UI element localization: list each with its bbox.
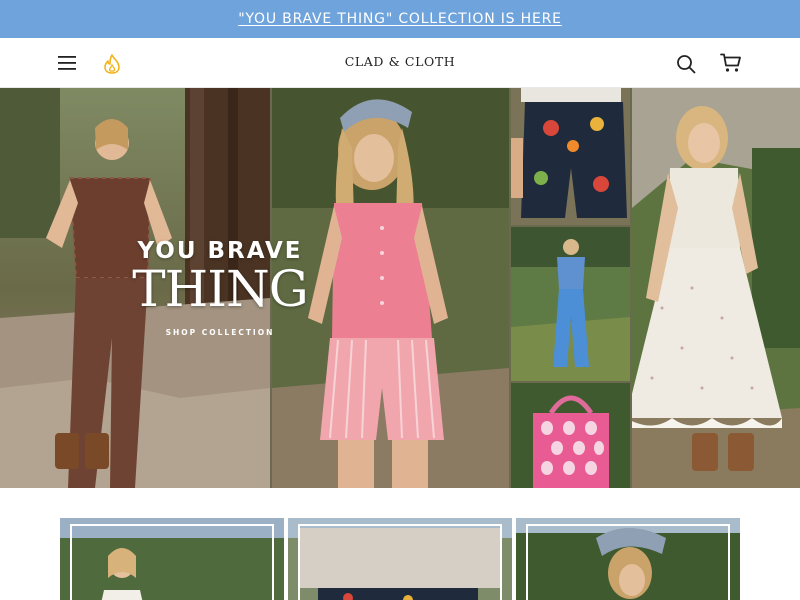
hero-photo-floral-dress [632,88,800,488]
hero-tile-blue-outfit [511,227,630,381]
card-frame [298,524,502,600]
site-header: CLAD & CLOTH [0,38,800,88]
announcement-bar: "YOU BRAVE THING" COLLECTION IS HERE [0,0,800,38]
card-frame [526,524,730,600]
menu-icon [58,56,76,70]
card-frame [70,524,274,600]
menu-button[interactable] [56,53,78,73]
hero-tile-printed-shorts [511,88,630,225]
shop-collection-link[interactable]: SHOP COLLECTION [166,328,275,337]
hero-banner[interactable]: YOU BRAVE THING SHOP COLLECTION [0,88,800,488]
flame-logo-button[interactable] [101,52,123,76]
brand-logo[interactable]: CLAD & CLOTH [300,54,500,69]
hero-photo-grid [511,88,630,488]
cart-button[interactable] [718,51,744,75]
hero-headline: YOU BRAVE THING SHOP COLLECTION [120,238,320,339]
cart-icon [720,53,741,72]
collection-card[interactable] [516,518,740,600]
collection-card[interactable] [60,518,284,600]
search-icon [677,55,696,74]
flame-icon [104,54,120,74]
search-button[interactable] [674,52,698,76]
collection-cards [0,488,800,600]
hero-headline-line2: THING [132,260,308,318]
announcement-link[interactable]: "YOU BRAVE THING" COLLECTION IS HERE [238,11,562,27]
hero-tile-tote-bag [511,383,630,488]
collection-card[interactable] [288,518,512,600]
